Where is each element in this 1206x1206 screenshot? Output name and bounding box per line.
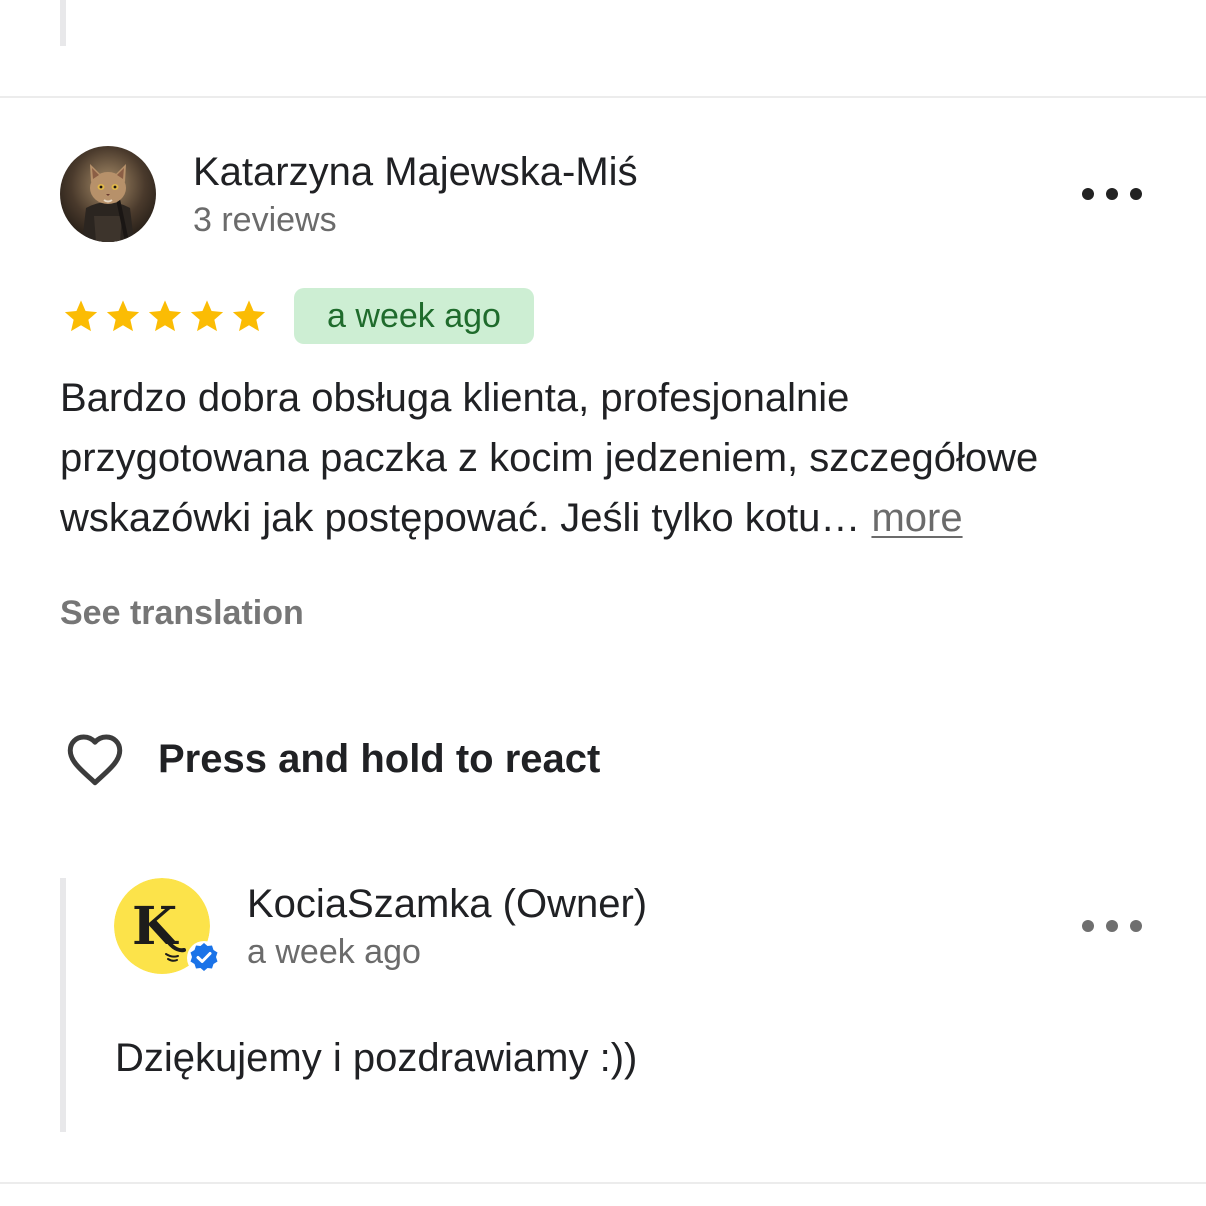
review-text-line: Bardzo dobra obsługa klienta, profesjona…	[60, 376, 850, 420]
review-text-line: przygotowana paczka z kocim jedzeniem, s…	[60, 436, 1039, 480]
star-icon	[64, 300, 98, 332]
reply-more-options-icon[interactable]	[1082, 906, 1142, 946]
previous-reply-thread-bar	[60, 0, 66, 46]
review-text-line-content: wskazówki jak postępować. Jeśli tylko ko…	[60, 496, 872, 540]
star-rating	[60, 292, 270, 342]
more-link[interactable]: more	[871, 496, 962, 540]
star-icon	[232, 300, 266, 332]
review-text: Bardzo dobra obsługa klienta, profesjona…	[60, 368, 1150, 548]
star-icon	[106, 300, 140, 332]
star-icon	[190, 300, 224, 332]
reviewer-review-count: 3 reviews	[193, 201, 337, 239]
see-translation-button[interactable]: See translation	[60, 594, 304, 633]
cat-photo-avatar-icon	[60, 146, 156, 242]
owner-reply-thread-bar	[60, 878, 66, 1132]
owner-reply-date: a week ago	[247, 933, 421, 971]
verified-check-icon	[187, 941, 221, 975]
review-divider-top	[0, 96, 1206, 98]
owner-reply-text: Dziękujemy i pozdrawiamy :))	[115, 1036, 638, 1080]
owner-avatar-container[interactable]: K	[114, 878, 224, 978]
reviewer-avatar[interactable]	[60, 146, 156, 242]
review-divider-bottom	[0, 1182, 1206, 1184]
react-button[interactable]: Press and hold to react	[62, 724, 600, 794]
star-icon	[148, 300, 182, 332]
heart-outline-icon	[67, 734, 123, 786]
review-more-options-icon[interactable]	[1082, 174, 1142, 214]
review-text-line-last: wskazówki jak postępować. Jeśli tylko ko…	[60, 488, 1150, 548]
review-date-badge: a week ago	[294, 288, 534, 344]
reviewer-name[interactable]: Katarzyna Majewska-Miś	[193, 150, 638, 195]
react-label: Press and hold to react	[158, 736, 601, 781]
owner-name[interactable]: KociaSzamka (Owner)	[247, 882, 647, 927]
